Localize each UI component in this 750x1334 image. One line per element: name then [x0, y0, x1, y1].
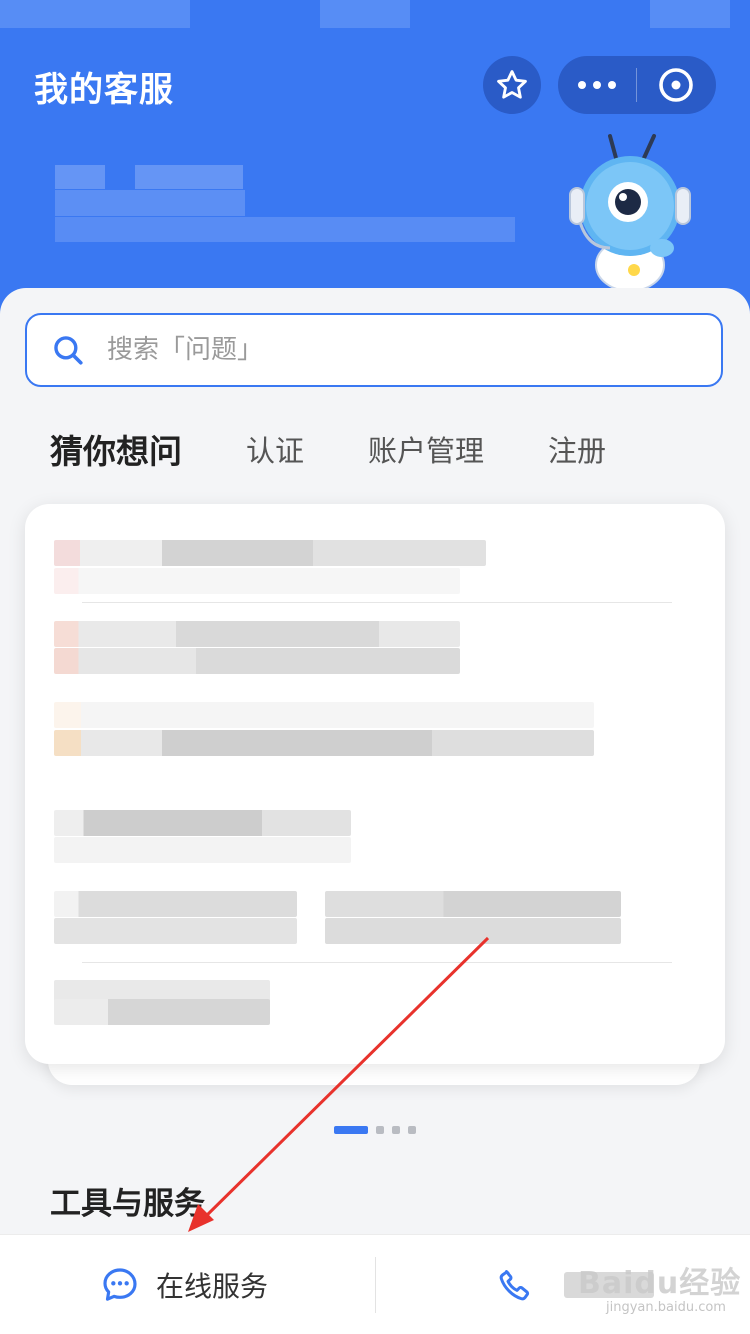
search-input[interactable] — [107, 335, 667, 365]
close-circle-icon — [659, 68, 693, 102]
question-item-blur — [325, 918, 621, 944]
question-item[interactable] — [54, 810, 351, 836]
more-dots-icon — [578, 81, 586, 89]
search-icon — [54, 336, 83, 365]
greeting-blur — [55, 165, 105, 189]
greeting-blur — [55, 217, 515, 242]
question-item[interactable] — [54, 702, 594, 728]
carousel-dot[interactable] — [408, 1126, 416, 1134]
online-service-label: 在线服务 — [156, 1270, 269, 1303]
phone-icon — [499, 1270, 530, 1301]
search-bar[interactable] — [25, 313, 723, 387]
status-bar-blur — [320, 0, 410, 28]
chat-bubble-icon — [103, 1268, 137, 1301]
carousel-dot[interactable] — [392, 1126, 400, 1134]
mini-program-capsule — [558, 56, 716, 114]
tab-account-management[interactable]: 账户管理 — [368, 428, 484, 470]
carousel-dot[interactable] — [376, 1126, 384, 1134]
watermark: Baidu经验 — [578, 1266, 742, 1301]
carousel-indicator — [334, 1126, 416, 1134]
question-item-blur — [54, 648, 460, 674]
question-item-blur — [54, 730, 594, 756]
question-item-blur — [54, 837, 351, 863]
greeting-blur — [55, 190, 245, 216]
question-item[interactable] — [54, 621, 460, 647]
tools-section-title: 工具与服务 — [50, 1186, 205, 1222]
carousel-dot-active[interactable] — [334, 1126, 368, 1134]
mascot-illustration — [569, 134, 691, 292]
question-item[interactable] — [54, 540, 486, 566]
greeting-blur — [135, 165, 243, 189]
tab-verification[interactable]: 认证 — [246, 428, 304, 470]
bottom-bar-divider — [375, 1257, 376, 1313]
watermark-url: jingyan.baidu.com — [606, 1300, 726, 1315]
question-item[interactable] — [325, 891, 621, 917]
divider — [82, 962, 672, 963]
tab-register[interactable]: 注册 — [548, 428, 606, 470]
online-service-button[interactable]: 在线服务 — [100, 1235, 268, 1334]
question-item-blur — [54, 999, 270, 1025]
divider — [82, 602, 672, 603]
star-icon — [497, 70, 527, 99]
question-item[interactable] — [54, 891, 297, 917]
more-button[interactable] — [558, 56, 636, 114]
status-bar-blur — [0, 0, 190, 28]
page-title: 我的客服 — [34, 70, 174, 110]
close-button[interactable] — [637, 56, 715, 114]
status-bar-blur — [650, 0, 730, 28]
tab-guess-questions[interactable]: 猜你想问 — [50, 425, 182, 473]
favorite-button[interactable] — [483, 56, 541, 114]
question-category-tabs: 猜你想问 认证 账户管理 注册 — [50, 424, 670, 474]
question-item-blur — [54, 568, 460, 594]
question-item-blur — [54, 918, 297, 944]
